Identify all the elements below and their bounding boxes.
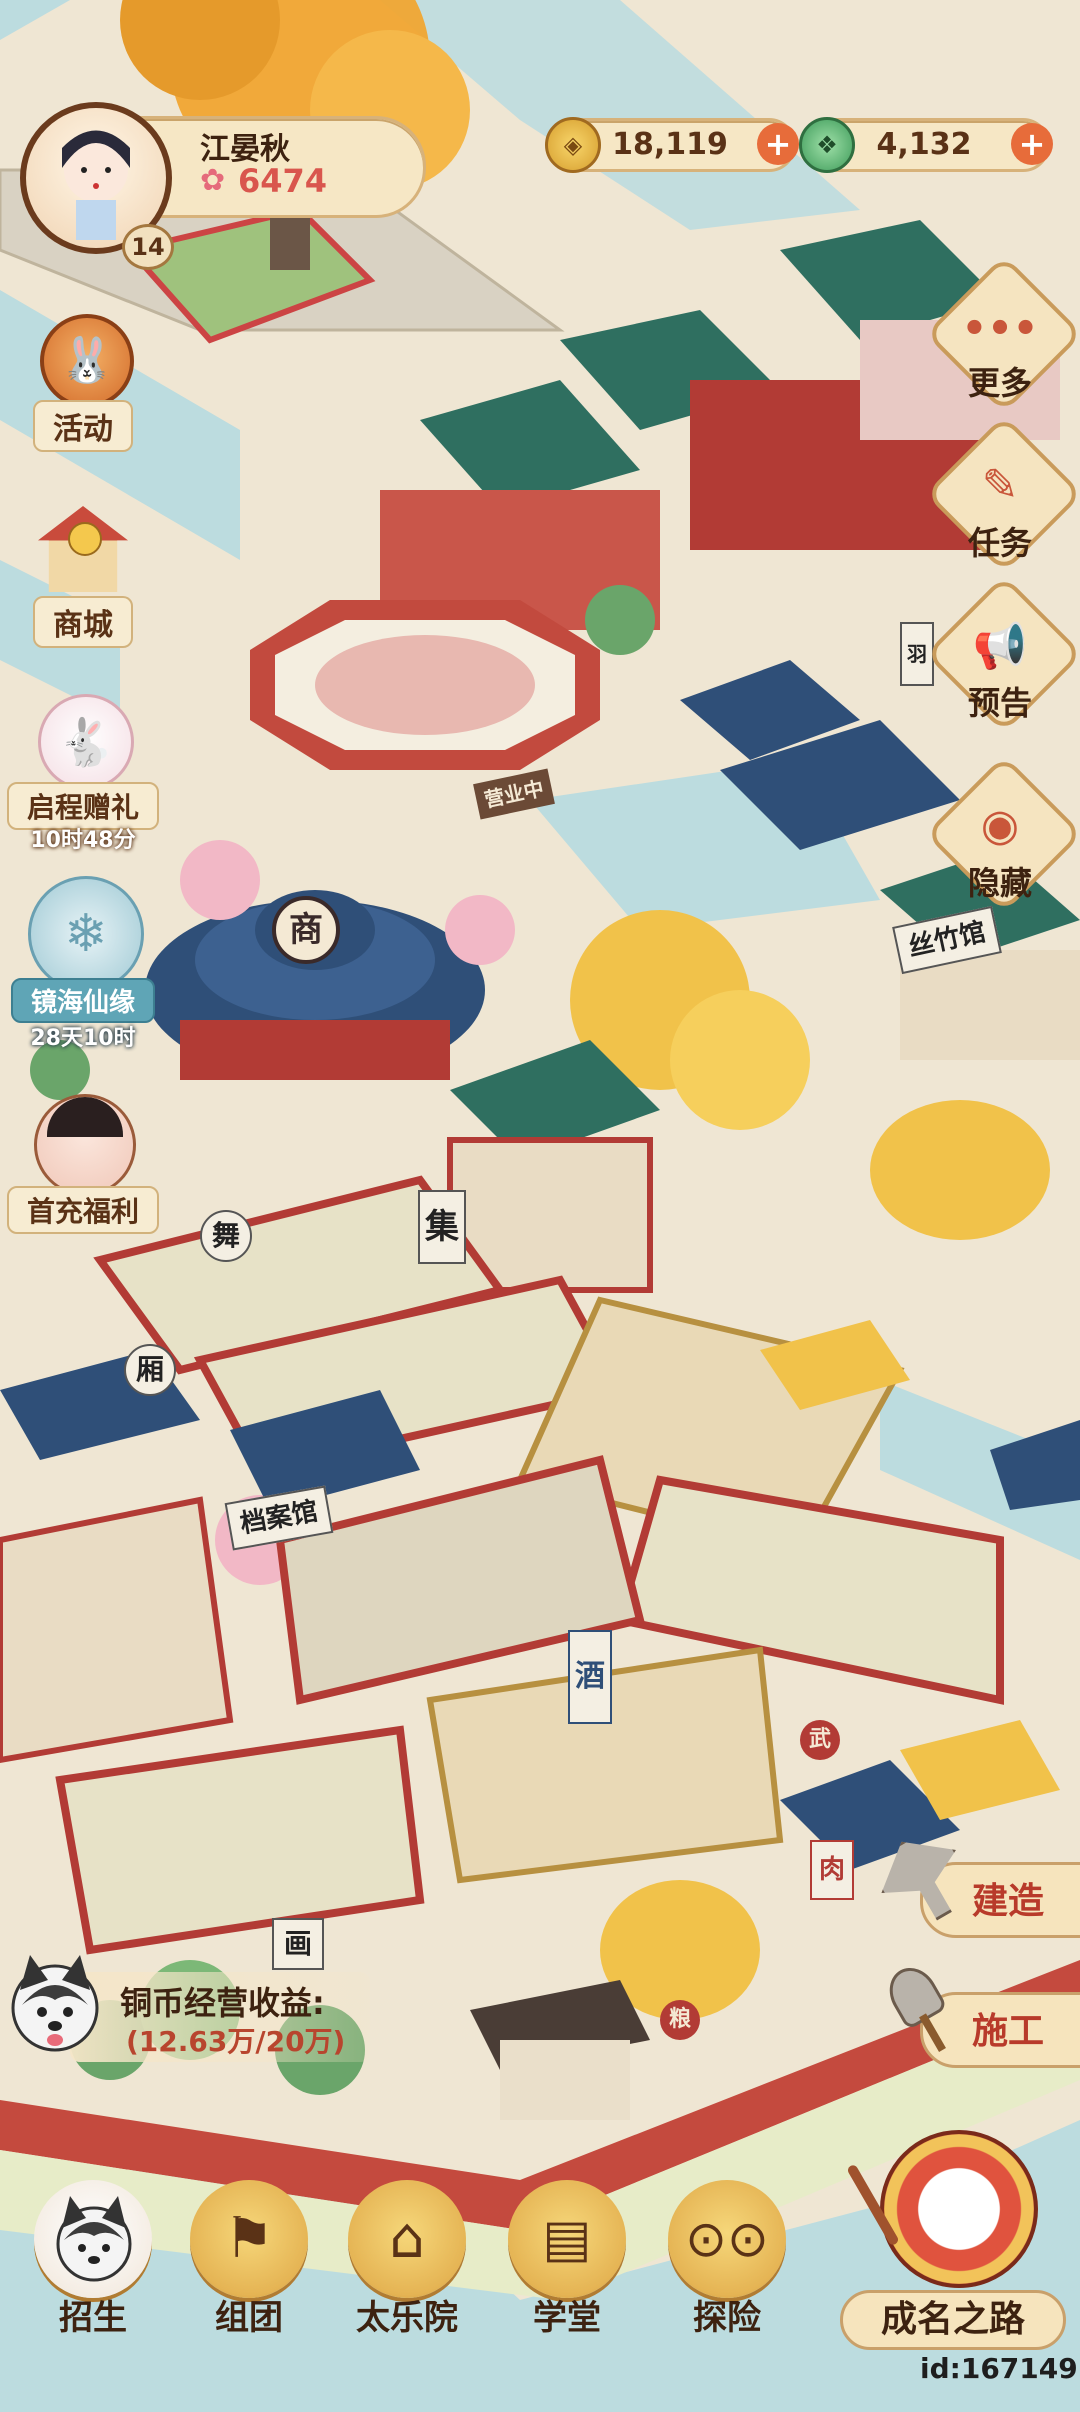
gift-button[interactable]: 🐇 启程赠礼 10时48分: [6, 690, 160, 853]
income-value: (12.63万/20万): [126, 2025, 346, 2058]
player-score: 6474: [238, 162, 328, 200]
task-button[interactable]: ✎ 任务: [924, 414, 1080, 574]
coin-icon: ◈: [545, 117, 601, 173]
player-profile[interactable]: 江晏秋 ✿ 6474 14: [10, 96, 430, 270]
grain-sign[interactable]: 粮: [660, 2000, 700, 2040]
jade-amount: 4,132: [876, 127, 972, 162]
book-icon: ▤: [542, 2209, 592, 2269]
construct-button[interactable]: 施工: [880, 1959, 1080, 2076]
gift-timer: 10时48分: [30, 828, 136, 853]
binoculars-icon: ⊙⊙: [685, 2210, 769, 2268]
megaphone-icon: 📢: [972, 621, 1028, 672]
first-recharge-label: 首充福利: [6, 1186, 160, 1234]
player-level-badge: 14: [122, 224, 174, 270]
hide-label: 隐藏: [967, 864, 1032, 902]
first-recharge-button[interactable]: 首充福利: [6, 1090, 160, 1234]
build-button[interactable]: 建造: [880, 1836, 1080, 1946]
coin-counter[interactable]: ◈ 18,119 +: [545, 117, 799, 173]
explore-label: 探险: [693, 2298, 761, 2338]
shop-sign[interactable]: 商: [272, 896, 340, 964]
fame-road-button[interactable]: 成名之路: [840, 2120, 1066, 2350]
wing-room-sign[interactable]: 厢: [124, 1344, 176, 1396]
husky-icon: [44, 2188, 144, 2288]
house-icon: ⌂: [389, 2206, 425, 2271]
school-label: 学堂: [533, 2298, 601, 2338]
player-id: id:167149: [920, 2352, 1078, 2385]
more-button[interactable]: ••• 更多: [924, 254, 1080, 414]
market-sign[interactable]: 集: [418, 1190, 466, 1264]
flag-icon: ⚑: [223, 2206, 275, 2271]
music-hall-label: 太乐院: [356, 2298, 458, 2338]
activity-button[interactable]: 🐰 活动: [18, 310, 148, 452]
rabbit-lantern-icon: 🐰: [40, 314, 134, 408]
wine-sign[interactable]: 酒: [568, 1630, 612, 1724]
fairy-portrait-icon: ❄: [28, 876, 144, 992]
flower-icon: ✿: [200, 163, 226, 198]
build-label: 建造: [972, 1881, 1045, 1922]
add-jade-button[interactable]: +: [1011, 123, 1053, 165]
activity-label: 活动: [33, 400, 133, 452]
event-button[interactable]: ❄ 镜海仙缘 28天10时: [8, 870, 158, 1051]
jade-icon: ❖: [799, 117, 855, 173]
drum-icon: [880, 2130, 1038, 2288]
notice-button[interactable]: 📢 预告: [924, 574, 1080, 734]
coin-amount: 18,119: [612, 127, 728, 162]
event-timer: 28天10时: [30, 1026, 136, 1051]
notice-label: 预告: [967, 684, 1032, 722]
more-label: 更多: [967, 364, 1032, 402]
scroll-brush-icon: ✎: [981, 460, 1019, 511]
task-label: 任务: [967, 524, 1032, 562]
martial-sign[interactable]: 武: [800, 1720, 840, 1760]
more-dots-icon: •••: [961, 306, 1039, 352]
eye-icon: ◉: [980, 800, 1020, 851]
girl-portrait-icon: [34, 1094, 136, 1196]
construct-label: 施工: [972, 2011, 1045, 2052]
game-screen: 商 集 酒 档案馆 丝竹馆 营业中 舞 厢 画 肉 粮 武 羽 江晏秋 ✿ 64…: [0, 0, 1080, 2412]
recruit-label: 招生: [59, 2298, 127, 2338]
team-label: 组团: [215, 2298, 283, 2338]
event-label: 镜海仙缘: [10, 978, 156, 1023]
income-title: 铜币经营收益:: [120, 1984, 325, 2022]
meat-sign[interactable]: 肉: [810, 1840, 854, 1900]
husky-dog-icon: [0, 1950, 110, 2060]
dance-sign[interactable]: 舞: [200, 1210, 252, 1262]
fame-road-label: 成名之路: [840, 2290, 1066, 2350]
shop-label: 商城: [33, 596, 133, 648]
feather-sign: 羽: [900, 622, 934, 686]
jade-counter[interactable]: ❖ 4,132 +: [799, 117, 1053, 173]
rabbit-icon: 🐇: [38, 694, 134, 790]
add-coins-button[interactable]: +: [757, 123, 799, 165]
shop-button[interactable]: 商城: [18, 500, 148, 648]
hide-button[interactable]: ◉ 隐藏: [924, 754, 1080, 914]
coin-icon: [68, 522, 102, 556]
coin-income-panel[interactable]: 铜币经营收益: (12.63万/20万): [0, 1950, 380, 2080]
